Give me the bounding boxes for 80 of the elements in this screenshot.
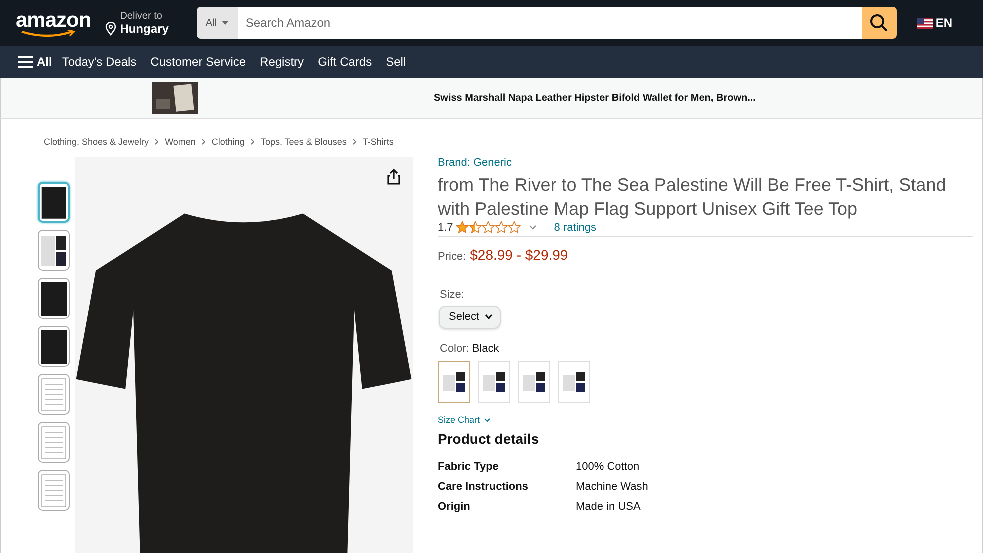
chevron-right-icon [250, 139, 255, 145]
search-button[interactable] [862, 7, 897, 39]
star-icon [456, 221, 470, 234]
all-menu-button[interactable]: All [18, 55, 52, 69]
wallet-icon [151, 81, 199, 115]
nav-link[interactable]: Registry [260, 55, 304, 69]
thumbnail[interactable] [38, 374, 70, 415]
detail-value: Made in USA [576, 501, 642, 513]
t-shirts-icon [522, 371, 546, 393]
category-dropdown[interactable]: All [196, 7, 238, 39]
nav-link[interactable]: Gift Cards [318, 55, 372, 69]
star-icon [469, 221, 482, 234]
t-shirts-icon [442, 371, 466, 393]
banner-text: Swiss Marshall Napa Leather Hipster Bifold Wallet for Men, Brown... [434, 92, 756, 104]
section-heading: Product details [438, 431, 540, 447]
thumbnail-image-icon [39, 328, 69, 366]
color-swatch[interactable] [518, 361, 550, 403]
search-icon [870, 14, 888, 32]
price-label: Price: [438, 251, 466, 263]
breadcrumb-link[interactable]: T-Shirts [362, 137, 394, 147]
deliver-label: Deliver to [120, 10, 164, 22]
thumbnail-image-icon [39, 472, 69, 510]
caret-icon [222, 21, 229, 25]
t-shirts-icon [562, 371, 586, 393]
price: $28.99 - $29.99 [470, 247, 568, 263]
thumbnail[interactable] [38, 470, 70, 511]
breadcrumb-link[interactable]: Clothing [212, 137, 245, 147]
detail-label: Care Instructions [438, 481, 530, 493]
menu-icon [18, 56, 33, 68]
thumbnail-image-icon [39, 424, 69, 462]
color-label: Color: [440, 343, 470, 355]
chevron-down-icon [529, 225, 538, 230]
thumbnail-image-icon [39, 280, 69, 318]
smile-arrow-icon [20, 30, 76, 38]
nav-link[interactable]: Sell [386, 55, 406, 69]
star-icon [508, 221, 522, 234]
deliver-country: Hungary [120, 22, 169, 36]
detail-label: Origin [438, 501, 472, 513]
chevron-down-icon [484, 418, 492, 422]
brand-link[interactable]: Brand: Generic [438, 157, 973, 169]
color-swatch[interactable] [438, 361, 470, 403]
breadcrumb-link[interactable]: Women [165, 137, 196, 147]
color-swatch[interactable] [478, 361, 510, 403]
nav-link[interactable]: Customer Service [150, 55, 246, 69]
size-dropdown[interactable]: Select [439, 306, 501, 329]
thumbnail[interactable] [38, 230, 70, 271]
color-swatch[interactable] [558, 361, 590, 403]
language-selector[interactable]: EN [916, 16, 953, 30]
deliver-to-link[interactable]: Deliver to Hungary [105, 10, 169, 36]
size-label: Size: [440, 289, 466, 301]
sponsored-banner[interactable]: Swiss Marshall Napa Leather Hipster Bifold Wallet for Men, Brown... [0, 78, 983, 119]
detail-value: Machine Wash [576, 481, 650, 493]
ratings-link[interactable]: 8 ratings [554, 222, 596, 234]
star-icon [495, 221, 508, 234]
flag-icon [916, 18, 933, 28]
breadcrumb-link[interactable]: Tops, Tees & Blouses [260, 137, 347, 147]
star-icon [482, 221, 496, 234]
share-icon [387, 169, 401, 185]
t-shirts-icon [482, 371, 506, 393]
thumbnail[interactable] [38, 326, 70, 367]
rating-value: 1.7 [438, 222, 454, 234]
thumbnail[interactable] [38, 182, 70, 223]
chevron-right-icon [155, 139, 160, 145]
chevron-right-icon [352, 139, 357, 145]
search-field[interactable]: Search Amazon [238, 7, 862, 39]
chevron-right-icon [202, 139, 206, 145]
product-title: from The River to The Sea Palestine Will Be Free T-Shirt, Stand with Palestine Map Flag Support Unisex Gift Tee Top [438, 174, 948, 221]
chevron-down-icon [484, 314, 493, 320]
amazon-logo[interactable]: amazon [16, 8, 92, 38]
location-pin-icon [105, 22, 118, 36]
thumbnail[interactable] [38, 278, 70, 319]
color-value: Black [472, 343, 500, 355]
thumbnail-image-icon [39, 376, 69, 414]
size-chart-link[interactable]: Size Chart [438, 415, 973, 425]
breadcrumb-link[interactable]: Clothing, Shoes & Jewelry [44, 137, 150, 147]
share-button[interactable] [385, 167, 403, 187]
detail-value: 100% Cotton [576, 461, 641, 473]
thumbnail[interactable] [38, 422, 70, 463]
detail-label: Fabric Type [438, 461, 500, 473]
nav-link[interactable]: Today's Deals [62, 55, 137, 69]
